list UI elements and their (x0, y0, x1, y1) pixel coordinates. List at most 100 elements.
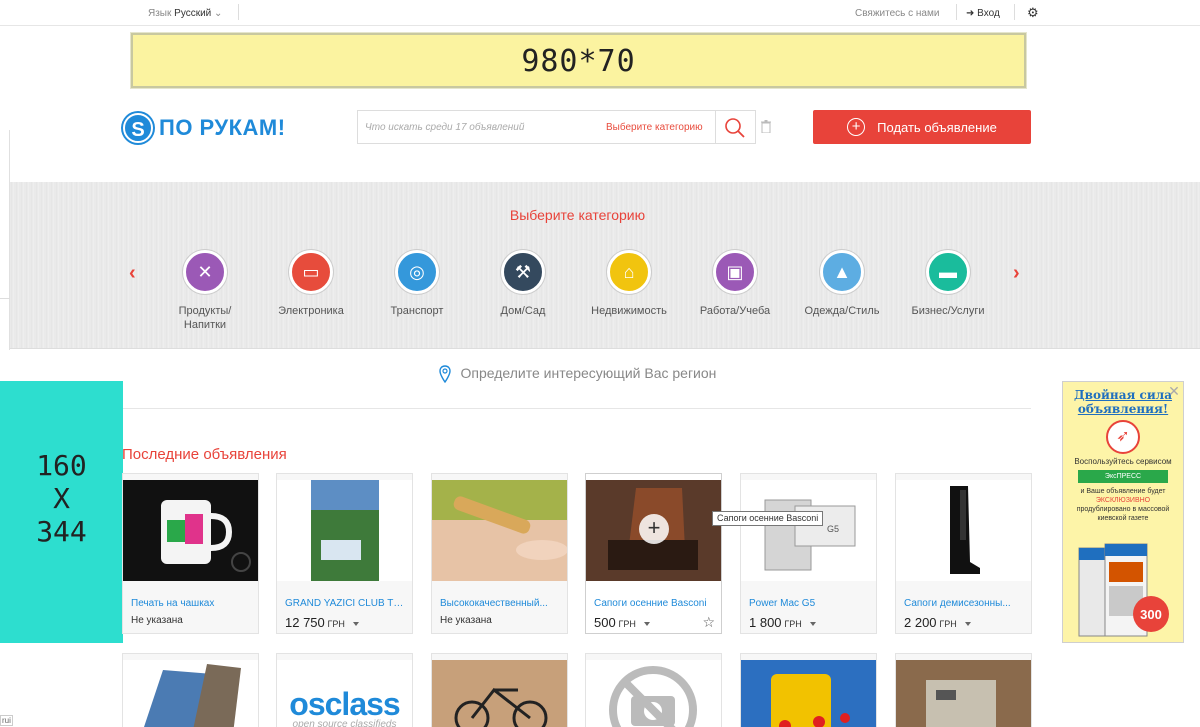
category-label: Недвижимость (591, 305, 667, 317)
listing-card[interactable]: osclass open source classifieds (276, 653, 413, 727)
search-input[interactable] (365, 117, 595, 137)
listing-image (123, 660, 258, 727)
listing-price: 1 800 ГРН (749, 615, 816, 630)
listing-card[interactable] (740, 653, 877, 727)
price-note: Не указана (131, 615, 183, 626)
banner-subtitle: Воспользуйтесь сервисом (1074, 457, 1172, 466)
logo-coin-icon: S (123, 113, 153, 143)
listing-card[interactable] (585, 653, 722, 727)
card-icon: ▬ (926, 250, 970, 294)
carousel-prev-icon[interactable]: ‹ (129, 262, 136, 285)
category-item[interactable]: ⚒ Дом/Сад (473, 250, 573, 318)
category-item[interactable]: ▬ Бизнес/Услуги (898, 250, 998, 318)
express-badge: ЭксПРЕСС (1078, 470, 1168, 483)
category-item[interactable]: ▣ Работа/Учеба (685, 250, 785, 318)
no-photo-icon (609, 666, 697, 727)
plus-circle-icon: + (847, 118, 866, 136)
category-item[interactable]: ▭ Электроника (261, 250, 361, 318)
category-label: Электроника (278, 305, 344, 317)
currency-caret-icon[interactable] (352, 622, 359, 627)
banner-text-part: и Ваше объявление будет (1080, 488, 1166, 495)
close-icon[interactable]: ✕ (1167, 384, 1181, 398)
osclass-subtitle: open source classifieds (292, 719, 397, 727)
listing-title[interactable]: Power Mac G5 (749, 598, 871, 609)
gear-icon[interactable]: ⚙ (1027, 5, 1039, 21)
currency: ГРН (784, 619, 802, 629)
currency: ГРН (327, 619, 345, 629)
language-selector[interactable]: Язык Русский ⌄ (148, 8, 222, 19)
listing-card[interactable]: Печать на чашках Не указана (122, 473, 259, 634)
category-item[interactable]: ▲ Одежда/Стиль (792, 250, 892, 318)
login-link[interactable]: ➜ Вход (966, 8, 1000, 19)
banner-left-line: X (53, 482, 70, 515)
newspapers-image: 300 (1078, 543, 1169, 637)
chevron-down-icon: ⌄ (214, 8, 223, 19)
right-ad-banner[interactable]: ✕ Двойная сила объявления! ➶ Воспользуйт… (1062, 381, 1184, 643)
category-item[interactable]: ✕ Продукты/ Напитки (155, 250, 255, 332)
search-icon[interactable] (724, 117, 746, 139)
login-icon: ➜ (966, 8, 975, 19)
listing-image (123, 480, 258, 581)
svg-text:300: 300 (1140, 607, 1162, 622)
osclass-logo: osclass (289, 686, 400, 722)
post-ad-label: Подать объявление (877, 119, 997, 135)
trash-icon[interactable] (761, 120, 771, 133)
listing-title[interactable]: Сапоги осенние Basconi (594, 598, 716, 609)
currency: ГРН (939, 619, 957, 629)
listing-image (896, 480, 1031, 581)
site-logo[interactable]: S ПО РУКАМ! (123, 112, 286, 144)
banner-left-line: 344 (36, 515, 87, 548)
region-selector[interactable]: Определите интересующий Вас регион (0, 365, 1155, 384)
listing-card[interactable]: + Сапоги осенние Basconi 500 ГРН ☆ (585, 473, 722, 634)
category-label: Работа/Учеба (699, 305, 771, 317)
listing-title[interactable]: Сапоги демисезонны... (904, 598, 1026, 609)
listing-card[interactable] (122, 653, 259, 727)
listing-card[interactable]: G5 Power Mac G5 1 800 ГРН (740, 473, 877, 634)
price-value: 500 (594, 615, 616, 630)
left-ad-banner[interactable]: 160 X 344 (0, 381, 123, 643)
listing-card[interactable] (431, 653, 568, 727)
search-category-select[interactable]: Выберите категорию (606, 122, 703, 133)
favorite-star-icon[interactable]: ☆ (702, 614, 715, 631)
banner-text: и Ваше объявление будет ЭКСКЛЮЗИВНО прод… (1068, 487, 1178, 523)
monitor-icon: ▭ (289, 250, 333, 294)
currency-caret-icon[interactable] (964, 622, 971, 627)
house-icon: ⌂ (607, 250, 651, 294)
listing-card[interactable]: Высококачественный... Не указана (431, 473, 568, 634)
category-label: Бизнес/Услуги (911, 305, 985, 317)
divider (956, 4, 957, 20)
banner-left-line: 160 (36, 449, 87, 482)
svg-text:G5: G5 (827, 524, 839, 534)
category-item[interactable]: ⌂ Недвижимость (579, 250, 679, 318)
banner-text-part: продублировано в массовой киевской газет… (1076, 506, 1170, 522)
tooltip: Сапоги осенние Basconi (712, 511, 824, 526)
post-ad-button[interactable]: + Подать объявление (813, 110, 1031, 144)
top-ad-banner[interactable]: 980*70 (131, 33, 1026, 88)
currency-caret-icon[interactable] (809, 622, 816, 627)
latest-listings-title: Последние объявления (122, 446, 287, 463)
listing-title[interactable]: GRAND YAZICI CLUB TU... (285, 598, 407, 609)
rocket-icon: ➶ (1106, 420, 1140, 454)
category-item[interactable]: ◎ Транспорт (367, 250, 467, 318)
carousel-next-icon[interactable]: › (1013, 262, 1020, 285)
wheel-icon: ◎ (395, 250, 439, 294)
listing-title[interactable]: Печать на чашках (131, 598, 253, 609)
language-value: Русский (174, 8, 212, 19)
listing-price: 2 200 ГРН (904, 615, 971, 630)
price-value: 12 750 (285, 615, 325, 630)
divider (0, 298, 10, 299)
divider (715, 111, 716, 143)
listing-title[interactable]: Высококачественный... (440, 598, 562, 609)
zoom-plus-icon[interactable]: + (639, 514, 669, 544)
hanger-icon: ▲ (820, 250, 864, 294)
contact-link[interactable]: Свяжитесь с нами (855, 8, 939, 19)
listing-card[interactable]: GRAND YAZICI CLUB TU... 12 750 ГРН (276, 473, 413, 634)
listing-price: 500 ГРН (594, 615, 650, 630)
category-label: Транспорт (390, 305, 444, 317)
listing-card[interactable]: Сапоги демисезонны... 2 200 ГРН (895, 473, 1032, 634)
listing-card[interactable] (895, 653, 1032, 727)
price-note: Не указана (440, 615, 492, 626)
currency-caret-icon[interactable] (643, 622, 650, 627)
banner-headline: Двойная сила объявления! (1074, 388, 1172, 416)
listing-image (741, 660, 876, 727)
